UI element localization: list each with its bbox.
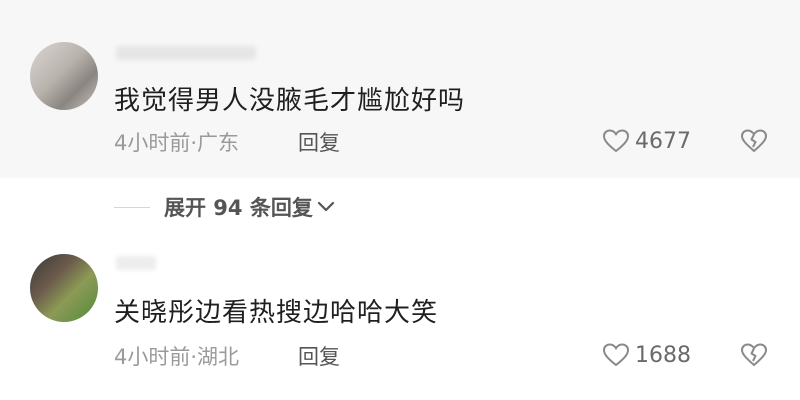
broken-heart-icon (740, 343, 768, 367)
dislike-button[interactable] (740, 341, 768, 369)
comment-text: 我觉得男人没腋毛才尴尬好吗 (114, 86, 466, 116)
comment-text: 关晓彤边看热搜边哈哈大笑 (114, 298, 439, 328)
expand-replies-button[interactable]: 展开 94 条回复 (114, 192, 335, 222)
like-button[interactable]: 1688 (603, 341, 691, 369)
chevron-down-icon (317, 201, 334, 212)
comment-meta: 4小时前·广东 (114, 131, 240, 155)
broken-heart-icon (740, 129, 768, 153)
comment-item: 关晓彤边看热搜边哈哈大笑 4小时前·湖北 回复 1688 (0, 240, 800, 400)
like-count: 1688 (635, 342, 691, 368)
heart-outline-icon (603, 129, 629, 153)
expand-replies-label: 展开 94 条回复 (164, 196, 313, 220)
reply-button[interactable]: 回复 (298, 341, 340, 371)
divider-line (114, 206, 150, 208)
avatar[interactable] (30, 254, 98, 322)
comment-list: 我觉得男人没腋毛才尴尬好吗 4小时前·广东 回复 4677 展开 94 条回复 … (0, 0, 800, 400)
comment-item: 我觉得男人没腋毛才尴尬好吗 4小时前·广东 回复 4677 (0, 0, 800, 178)
like-button[interactable]: 4677 (603, 127, 691, 155)
like-count: 4677 (635, 128, 691, 154)
comment-meta: 4小时前·湖北 (114, 345, 240, 369)
username-blurred (116, 46, 256, 60)
dislike-button[interactable] (740, 127, 768, 155)
avatar[interactable] (30, 42, 98, 110)
heart-outline-icon (603, 343, 629, 367)
reply-button[interactable]: 回复 (298, 127, 340, 157)
username-blurred (116, 256, 156, 270)
